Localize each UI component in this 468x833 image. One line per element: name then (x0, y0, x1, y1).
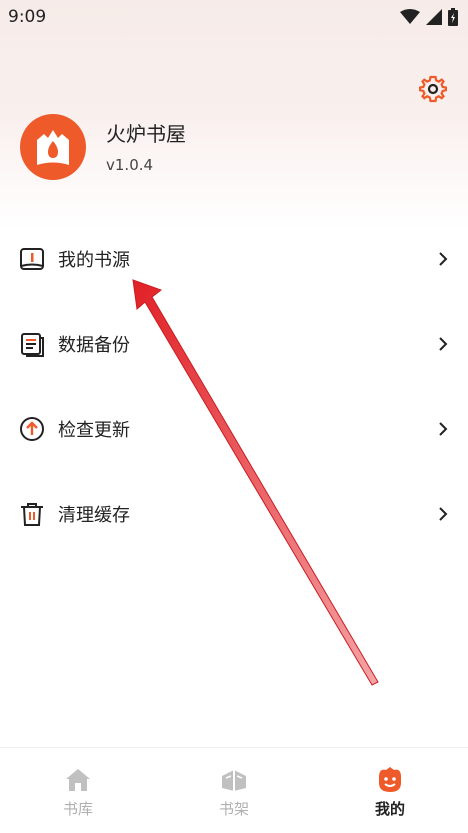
chevron-right-icon (436, 420, 450, 438)
backup-icon (18, 330, 46, 358)
bookshelf-icon (220, 766, 248, 794)
menu-item-label: 清理缓存 (58, 504, 130, 526)
menu-item-clear-cache[interactable]: 清理缓存 (0, 471, 468, 556)
book-source-icon (18, 245, 46, 273)
home-icon (64, 766, 92, 794)
nav-label: 书库 (62, 800, 93, 818)
menu-item-label: 我的书源 (58, 249, 130, 271)
menu-item-label: 数据备份 (58, 334, 130, 356)
menu-item-backup[interactable]: 数据备份 (0, 301, 468, 386)
gear-icon (419, 75, 447, 103)
status-time: 9:09 (8, 7, 47, 27)
trash-icon (18, 500, 46, 528)
settings-menu: 我的书源 数据备份 检查更新 清理缓存 (0, 216, 468, 556)
menu-item-book-source[interactable]: 我的书源 (0, 216, 468, 301)
update-icon (18, 415, 46, 443)
app-logo (20, 114, 86, 180)
chevron-right-icon (436, 505, 450, 523)
nav-label: 我的 (374, 800, 405, 818)
nav-item-profile[interactable]: 我的 (312, 748, 468, 833)
status-icons (400, 8, 458, 26)
menu-item-label: 检查更新 (58, 419, 130, 441)
nav-item-library[interactable]: 书库 (0, 748, 156, 833)
chevron-right-icon (436, 335, 450, 353)
menu-item-check-update[interactable]: 检查更新 (0, 386, 468, 471)
bottom-nav: 书库 书架 我的 (0, 747, 468, 833)
profile-face-icon (376, 766, 404, 794)
signal-icon (426, 9, 442, 25)
chevron-right-icon (436, 250, 450, 268)
status-bar: 9:09 (0, 0, 468, 34)
nav-item-bookshelf[interactable]: 书架 (156, 748, 312, 833)
settings-button[interactable] (416, 72, 450, 106)
app-version: v1.0.4 (106, 156, 154, 174)
nav-label: 书架 (218, 800, 249, 818)
flame-book-logo-icon (20, 114, 86, 180)
wifi-icon (400, 9, 420, 24)
app-name: 火炉书屋 (106, 122, 186, 146)
battery-icon (448, 8, 458, 26)
